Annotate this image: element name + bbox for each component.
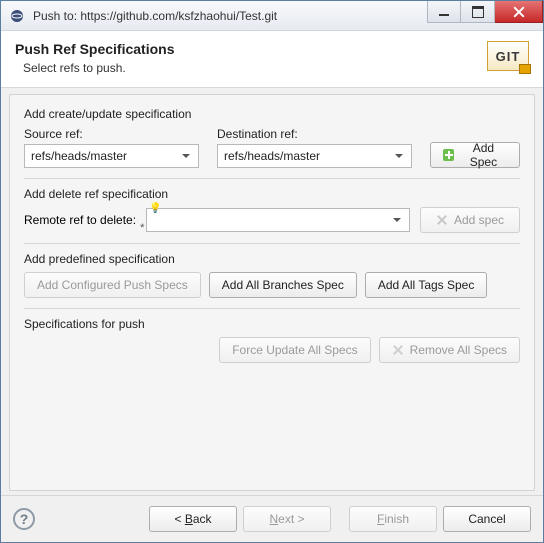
x-icon bbox=[392, 344, 404, 356]
chevron-down-icon bbox=[391, 150, 407, 162]
source-ref-value: refs/heads/master bbox=[31, 149, 178, 163]
add-spec-button[interactable]: Add Spec bbox=[430, 142, 520, 168]
content: Add create/update specification Source r… bbox=[1, 88, 543, 495]
titlebar: Push to: https://github.com/ksfzhaohui/T… bbox=[1, 1, 543, 31]
remove-all-label: Remove All Specs bbox=[410, 343, 507, 357]
add-all-tags-spec-button[interactable]: Add All Tags Spec bbox=[365, 272, 488, 298]
chevron-down-icon bbox=[389, 214, 405, 226]
minimize-button[interactable] bbox=[427, 1, 461, 23]
window-buttons bbox=[427, 1, 543, 30]
add-configured-label: Add Configured Push Specs bbox=[37, 278, 188, 292]
dialog-window: Push to: https://github.com/ksfzhaohui/T… bbox=[0, 0, 544, 543]
add-delete-spec-label: Add spec bbox=[454, 213, 504, 227]
cancel-button[interactable]: Cancel bbox=[443, 506, 531, 532]
back-label: < Back bbox=[174, 512, 211, 526]
destination-ref-value: refs/heads/master bbox=[224, 149, 391, 163]
finish-label: Finish bbox=[377, 512, 409, 526]
next-button: Next > bbox=[243, 506, 331, 532]
source-ref-combo[interactable]: refs/heads/master bbox=[24, 144, 199, 168]
predefined-heading: Add predefined specification bbox=[24, 252, 520, 266]
destination-ref-combo[interactable]: refs/heads/master bbox=[217, 144, 412, 168]
page-subtitle: Select refs to push. bbox=[23, 61, 487, 75]
git-icon: GIT bbox=[487, 41, 529, 71]
footer: ? < Back Next > Finish Cancel bbox=[1, 495, 543, 542]
separator bbox=[24, 243, 520, 244]
add-spec-label: Add Spec bbox=[460, 141, 507, 169]
separator bbox=[24, 308, 520, 309]
force-update-label: Force Update All Specs bbox=[232, 343, 357, 357]
remote-ref-delete-combo[interactable]: 💡 * bbox=[146, 208, 410, 232]
add-branches-label: Add All Branches Spec bbox=[222, 278, 344, 292]
source-ref-label: Source ref: bbox=[24, 127, 199, 141]
add-tags-label: Add All Tags Spec bbox=[378, 278, 475, 292]
back-button[interactable]: < Back bbox=[149, 506, 237, 532]
add-delete-spec-button: Add spec bbox=[420, 207, 520, 233]
panel: Add create/update specification Source r… bbox=[9, 94, 535, 491]
help-icon[interactable]: ? bbox=[13, 508, 35, 530]
chevron-down-icon bbox=[178, 150, 194, 162]
create-update-heading: Add create/update specification bbox=[24, 107, 520, 121]
force-update-all-specs-button: Force Update All Specs bbox=[219, 337, 370, 363]
plus-icon bbox=[443, 149, 454, 161]
specs-for-push-heading: Specifications for push bbox=[24, 317, 520, 331]
page-title: Push Ref Specifications bbox=[15, 41, 487, 57]
destination-ref-label: Destination ref: bbox=[217, 127, 412, 141]
separator bbox=[24, 178, 520, 179]
remote-ref-delete-label: Remote ref to delete: bbox=[24, 213, 136, 227]
delete-spec-heading: Add delete ref specification bbox=[24, 187, 520, 201]
x-icon bbox=[436, 214, 448, 226]
header: Push Ref Specifications Select refs to p… bbox=[1, 31, 543, 88]
maximize-button[interactable] bbox=[461, 1, 495, 23]
required-marker: * bbox=[140, 222, 144, 234]
eclipse-icon bbox=[7, 6, 27, 26]
close-button[interactable] bbox=[495, 1, 543, 23]
next-label: Next > bbox=[269, 512, 304, 526]
cancel-label: Cancel bbox=[468, 512, 505, 526]
window-title: Push to: https://github.com/ksfzhaohui/T… bbox=[33, 9, 427, 23]
add-configured-push-specs-button: Add Configured Push Specs bbox=[24, 272, 201, 298]
finish-button: Finish bbox=[349, 506, 437, 532]
lightbulb-icon: 💡 bbox=[149, 203, 161, 214]
add-all-branches-spec-button[interactable]: Add All Branches Spec bbox=[209, 272, 357, 298]
remove-all-specs-button: Remove All Specs bbox=[379, 337, 520, 363]
